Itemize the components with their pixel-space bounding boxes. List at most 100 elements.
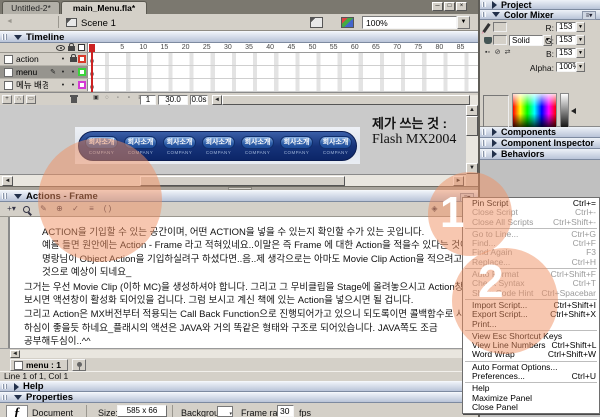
stage-vscrollbar-thumb[interactable]	[466, 116, 478, 136]
panel-grip[interactable]	[2, 34, 7, 40]
color-mixer-panel-header[interactable]: Color Mixer ≡▾	[480, 10, 600, 20]
scroll-left-icon[interactable]: ◄	[2, 176, 13, 186]
green-value-field[interactable]: 153	[556, 35, 576, 45]
document-tab-main-menu[interactable]: main_Menu.fla*	[61, 1, 147, 14]
check-syntax-icon[interactable]: ✓	[69, 204, 82, 215]
script-hscrollbar[interactable]: ◄ ►	[0, 348, 478, 358]
edit-scene-icon[interactable]	[310, 17, 323, 28]
onion-skin-icon[interactable]: ◌	[102, 95, 112, 104]
no-color-icon[interactable]: ⊘	[493, 49, 502, 57]
zoom-input[interactable]	[362, 16, 457, 29]
timeline-scrollbar-thumb[interactable]	[222, 95, 470, 105]
add-motion-guide-icon[interactable]: ∴	[14, 95, 24, 104]
swap-colors-icon[interactable]: ⇄	[503, 49, 512, 57]
frame-row[interactable]	[88, 66, 478, 79]
frame-rate-field[interactable]: 30.0 fps	[158, 95, 188, 105]
color-picker-gradient[interactable]	[512, 93, 557, 131]
stage-menu-button[interactable]: 회사소개COMPANY	[241, 136, 274, 158]
context-menu-item[interactable]: Close All ScriptsCtrl+Shift+-	[463, 218, 599, 227]
layer-visibility-dot[interactable]: •	[58, 69, 68, 76]
document-tab-untitled[interactable]: Untitled-2*	[2, 1, 60, 14]
blue-value-field[interactable]: 153	[556, 48, 576, 58]
panel-grip[interactable]	[482, 151, 486, 157]
context-menu-item[interactable]: Replace...Ctrl+H	[463, 258, 599, 267]
back-arrow-icon[interactable]: ◄	[3, 17, 16, 28]
stage-vscrollbar-track[interactable]: ▲ ▼	[466, 105, 478, 174]
context-menu-item[interactable]: Show Code HintCtrl+Spacebar	[463, 289, 599, 298]
stage-hscrollbar-track[interactable]: ◄ ►	[0, 174, 466, 186]
script-hscrollbar-track[interactable]	[20, 350, 468, 358]
center-frame-icon[interactable]: ▣	[91, 95, 101, 104]
context-menu-item[interactable]: Preferences...Ctrl+U	[463, 372, 599, 381]
stage-menu-button[interactable]: 회사소개COMPANY	[163, 136, 196, 158]
scroll-up-icon[interactable]: ▲	[466, 105, 478, 116]
panel-grip[interactable]	[2, 395, 7, 400]
stage-menu-button[interactable]: 회사소개COMPANY	[124, 136, 157, 158]
timeline-panel-header[interactable]: Timeline	[0, 31, 478, 43]
layer-outline-color-swatch[interactable]	[78, 68, 86, 76]
replace-icon[interactable]: ✎	[37, 204, 50, 215]
layer-visibility-dot[interactable]: •	[58, 82, 68, 89]
alpha-value-field[interactable]: 100%	[556, 62, 576, 72]
timeline-layer-row[interactable]: 메뉴 배경••	[0, 79, 88, 92]
panel-grip[interactable]	[482, 129, 486, 135]
layer-outline-color-swatch[interactable]	[78, 81, 86, 89]
timeline-layer-row[interactable]: action•	[0, 53, 88, 66]
lock-layers-icon[interactable]	[68, 46, 75, 51]
project-panel-header[interactable]: Project	[480, 0, 600, 10]
components-panel-header[interactable]: Components	[480, 127, 600, 138]
default-colors-icon[interactable]: ▪▫	[483, 49, 492, 57]
context-menu-item[interactable]: Print...	[463, 320, 599, 329]
panel-grip[interactable]	[482, 2, 486, 7]
component-inspector-panel-header[interactable]: Component Inspector	[480, 138, 600, 149]
reference-icon[interactable]: ◈	[428, 204, 441, 215]
red-value-field[interactable]: 153	[556, 22, 576, 32]
elapsed-time-field[interactable]: 0.0s	[190, 95, 208, 105]
edit-multiple-frames-icon[interactable]: ▫	[124, 95, 134, 104]
scroll-left-icon[interactable]: ◄	[10, 350, 20, 358]
insert-layer-folder-icon[interactable]: ▭	[26, 95, 36, 104]
timeline-ruler[interactable]: 51015202530354045505560657075808590	[88, 43, 478, 53]
zoom-dropdown-button[interactable]: ▼	[457, 16, 470, 29]
edit-symbols-icon[interactable]	[341, 17, 354, 28]
behaviors-panel-header[interactable]: Behaviors	[480, 149, 600, 160]
green-slider-icon[interactable]: ▼	[576, 35, 585, 45]
layer-visibility-dot[interactable]: •	[58, 56, 68, 63]
size-button[interactable]: 585 x 66 pixels	[117, 405, 167, 417]
delete-layer-icon[interactable]	[70, 95, 79, 104]
red-slider-icon[interactable]: ▼	[576, 22, 585, 32]
alpha-slider-icon[interactable]: ▼	[576, 62, 585, 72]
close-icon[interactable]: ×	[456, 2, 467, 11]
auto-format-icon[interactable]: ≡	[85, 204, 98, 215]
help-panel-header[interactable]: Help	[0, 381, 478, 392]
brightness-slider[interactable]	[560, 93, 569, 131]
brightness-slider-handle-icon[interactable]	[571, 108, 576, 114]
layer-lock-cell[interactable]: •	[68, 82, 78, 89]
pin-script-icon[interactable]	[72, 359, 86, 371]
layer-lock-cell[interactable]: •	[68, 69, 78, 76]
scroll-down-icon[interactable]: ▼	[466, 163, 478, 174]
actions-panel-header[interactable]: Actions - Frame ≡▾	[0, 190, 478, 202]
fill-color-swatch[interactable]	[493, 35, 507, 45]
frame-row[interactable]	[88, 79, 478, 92]
frame-rate-input[interactable]	[277, 405, 294, 417]
playhead-marker[interactable]	[89, 44, 95, 52]
insert-target-path-icon[interactable]: ⊕	[53, 204, 66, 215]
background-color-swatch[interactable]	[217, 406, 233, 417]
script-gutter[interactable]	[0, 217, 10, 348]
panel-options-menu-icon[interactable]: ≡▾	[582, 11, 596, 20]
insert-layer-icon[interactable]: +	[2, 95, 12, 104]
layer-lock-cell[interactable]	[68, 57, 78, 62]
panel-grip[interactable]	[482, 140, 486, 146]
debug-options-icon[interactable]: §	[446, 204, 459, 215]
stage-menu-button[interactable]: 회사소개COMPANY	[319, 136, 352, 158]
stage-menu-button[interactable]: 회사소개COMPANY	[280, 136, 313, 158]
stroke-color-swatch[interactable]	[493, 22, 507, 32]
panel-grip[interactable]	[2, 384, 7, 389]
script-pane[interactable]: ACTION을 기입할 수 있는 공간이며, 어떤 ACTION을 넣을 수 있…	[0, 217, 478, 348]
frame-row[interactable]	[88, 53, 478, 66]
add-action-icon[interactable]: +▾	[5, 204, 18, 215]
current-frame-field[interactable]: 1	[140, 95, 156, 105]
context-menu-item[interactable]: Word WrapCtrl+Shift+W	[463, 350, 599, 359]
script-text[interactable]: ACTION을 기입할 수 있는 공간이며, 어떤 ACTION을 넣을 수 있…	[24, 226, 474, 348]
